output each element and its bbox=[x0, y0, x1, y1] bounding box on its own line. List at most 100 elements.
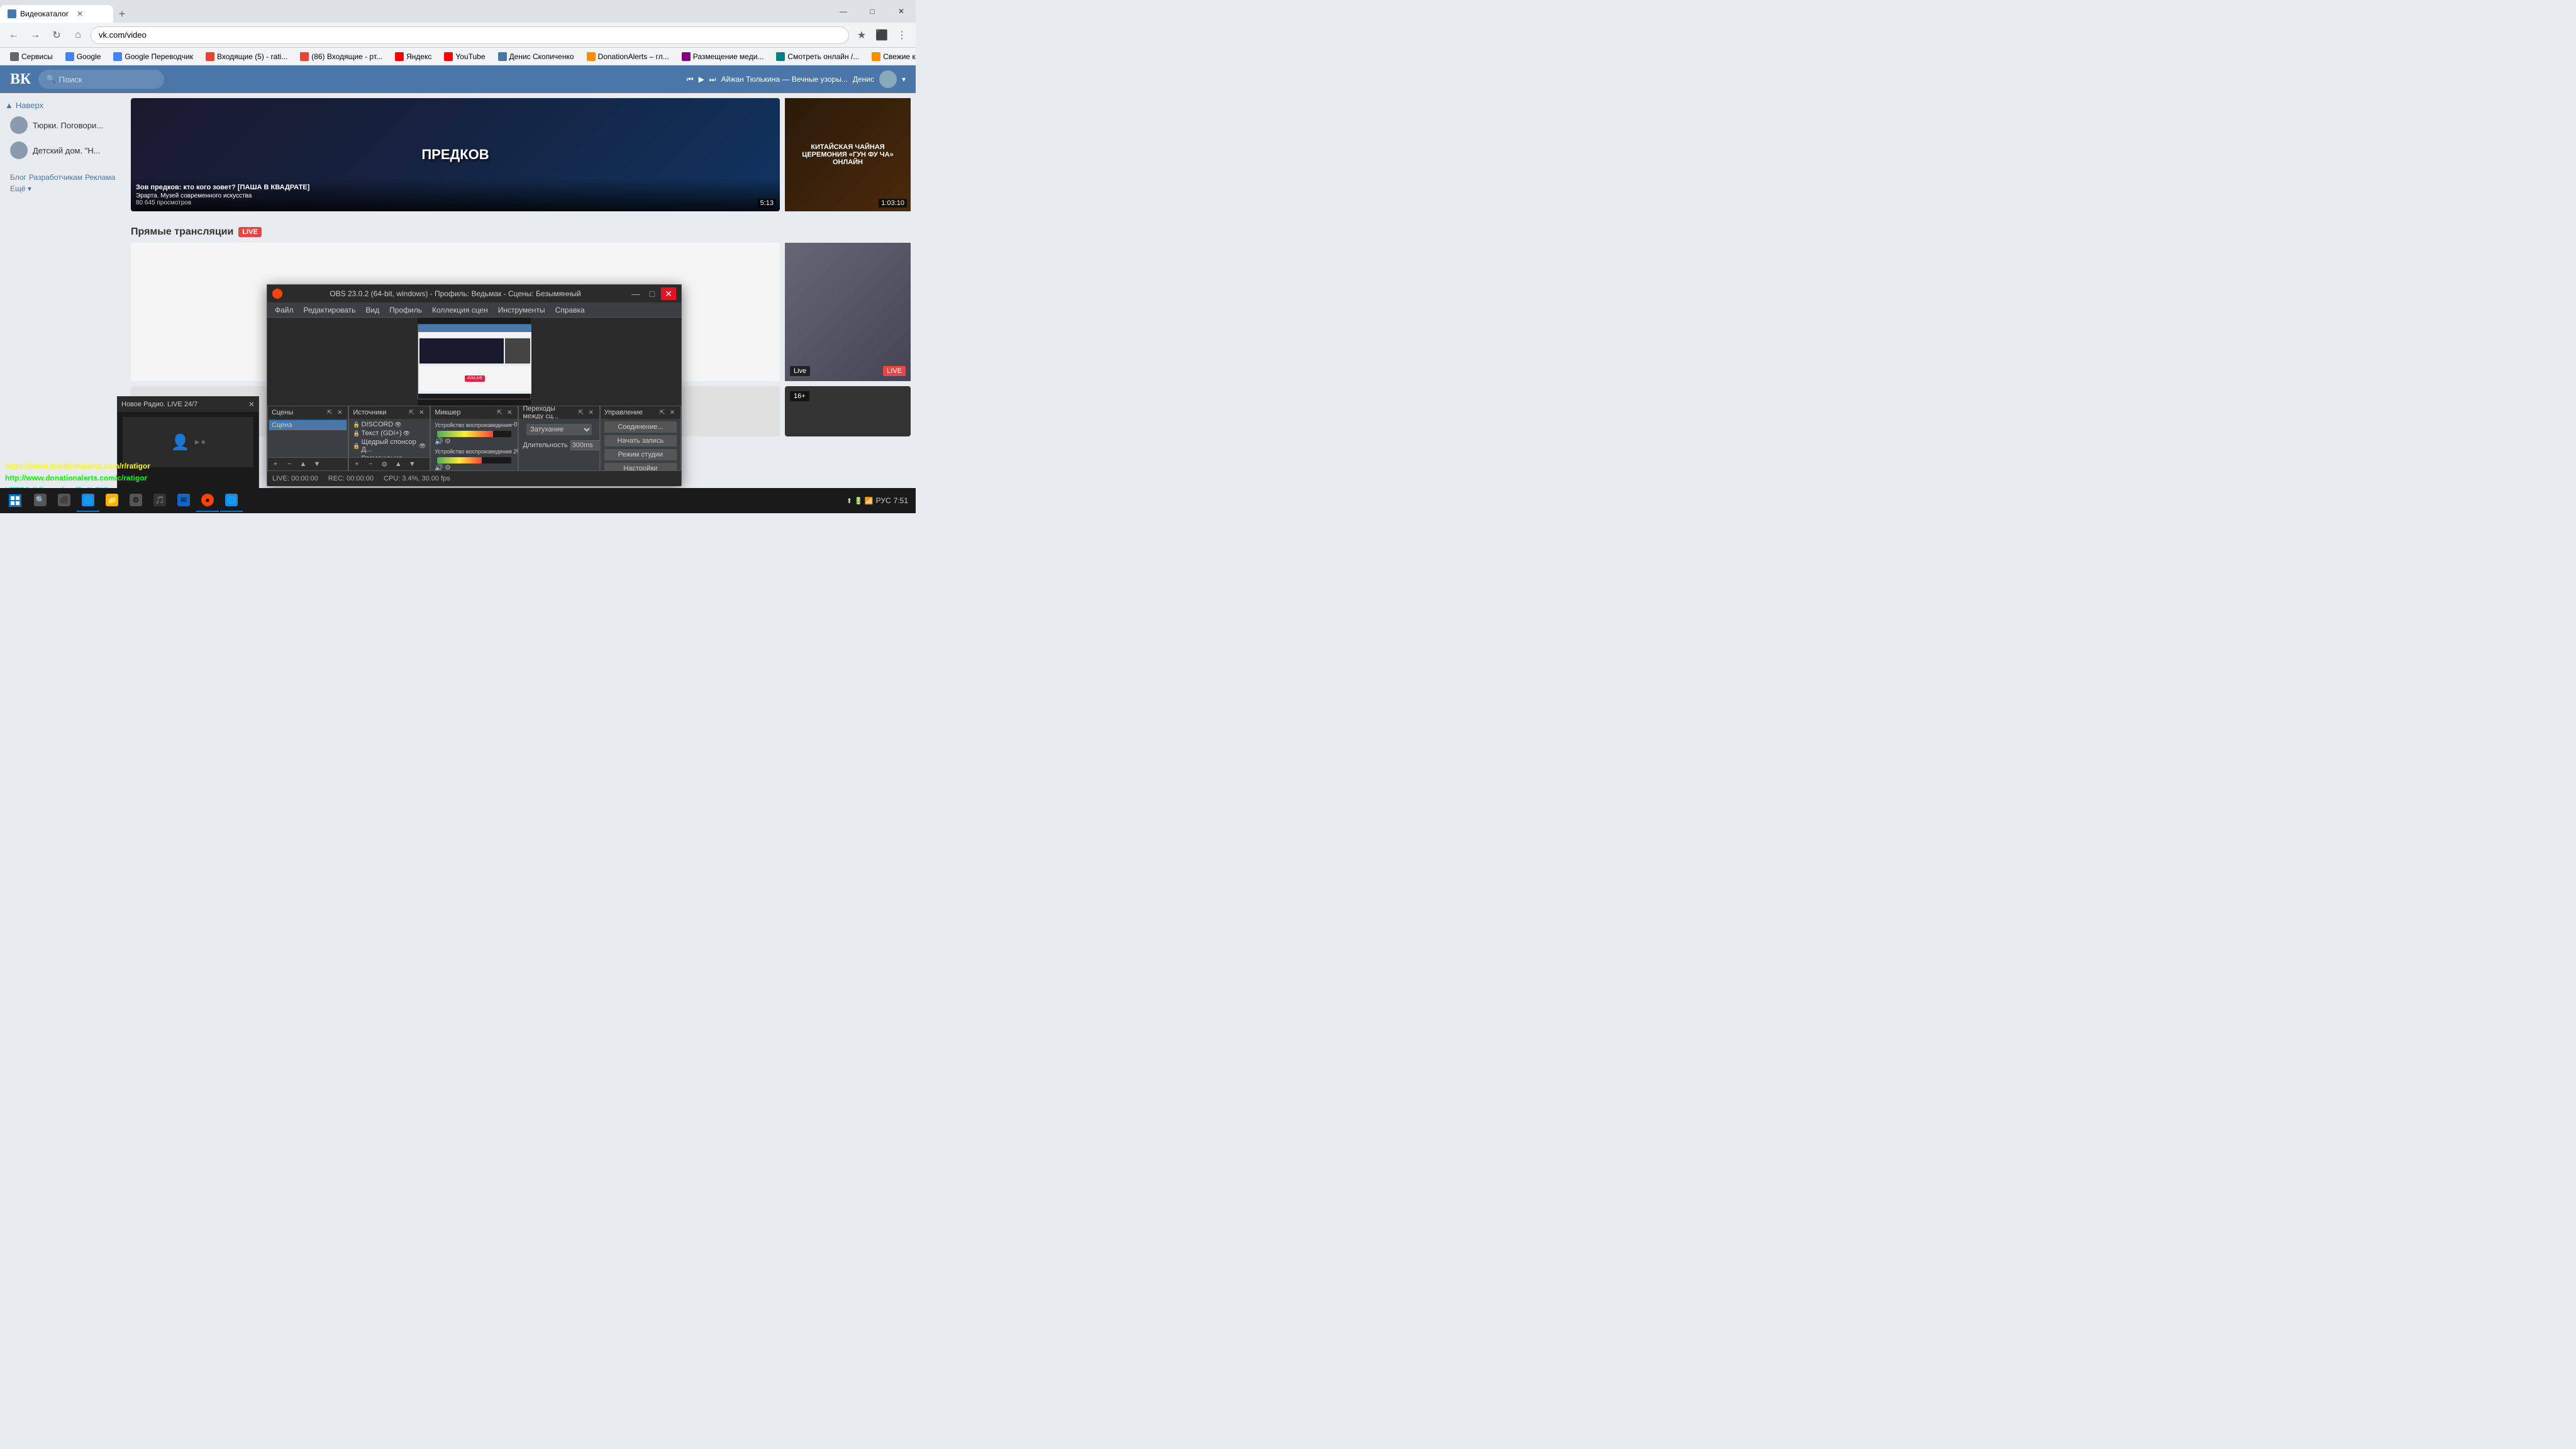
settings-icon[interactable]: ⋮ bbox=[893, 26, 911, 44]
close-button[interactable]: ✕ bbox=[887, 0, 916, 23]
extensions-icon[interactable]: ⬛ bbox=[873, 26, 891, 44]
taskbar-obs[interactable]: ● bbox=[196, 489, 219, 512]
obs-source-down-icon[interactable]: ▼ bbox=[406, 459, 418, 469]
main-video-thumb[interactable]: ПРЕДКОВ Зов предков: кто кого зовет? [ПА… bbox=[131, 98, 780, 211]
obs-menu-tools[interactable]: Инструменты bbox=[493, 303, 550, 318]
tab-close-button[interactable]: ✕ bbox=[75, 9, 85, 19]
obs-source-up-icon[interactable]: ▲ bbox=[392, 459, 404, 469]
obs-start-record-button[interactable]: Начать запись bbox=[604, 435, 677, 447]
player-next-icon[interactable]: ⏭ bbox=[709, 75, 716, 84]
obs-mixer-close-icon[interactable]: ✕ bbox=[505, 408, 514, 417]
obs-source-discord[interactable]: 🔒 DISCORD 👁 bbox=[350, 420, 428, 429]
obs-transitions-expand-icon[interactable]: ⇱ bbox=[577, 408, 586, 417]
taskbar-player[interactable]: 🎵 bbox=[148, 489, 171, 512]
bookmark-services[interactable]: Сервисы bbox=[5, 51, 58, 62]
obs-sources-expand-icon[interactable]: ⇱ bbox=[407, 408, 416, 417]
obs-transition-select[interactable]: Затухание bbox=[526, 424, 592, 435]
taskbar-explorer[interactable]: 📁 bbox=[101, 489, 123, 512]
obs-scene-down-icon[interactable]: ▼ bbox=[311, 459, 323, 469]
taskbar-search[interactable]: 🔍 bbox=[29, 489, 52, 512]
obs-source-remove-icon[interactable]: − bbox=[364, 459, 377, 469]
vk-search-input[interactable] bbox=[59, 75, 157, 84]
obs-menu-help[interactable]: Справка bbox=[550, 303, 590, 318]
bookmark-google[interactable]: Google bbox=[60, 51, 106, 62]
bookmark-yandex[interactable]: Яндекс bbox=[390, 51, 436, 62]
obs-scenes-close-icon[interactable]: ✕ bbox=[335, 408, 344, 417]
obs-source-add-icon[interactable]: + bbox=[350, 459, 363, 469]
active-tab[interactable]: Видеокаталог ✕ bbox=[0, 5, 113, 23]
obs-source-eye-icon[interactable]: 👁 bbox=[394, 421, 401, 428]
taskbar-email[interactable]: ✉ bbox=[172, 489, 195, 512]
sidebar-link-blog[interactable]: Блог bbox=[10, 173, 26, 182]
taskbar-chrome-2[interactable]: 🌐 bbox=[220, 489, 243, 512]
reload-button[interactable]: ↻ bbox=[48, 26, 65, 44]
obs-source-text-eye[interactable]: 👁 bbox=[403, 430, 410, 437]
bookmark-translate[interactable]: Google Переводчик bbox=[108, 51, 198, 62]
obs-scene-remove-icon[interactable]: − bbox=[283, 459, 296, 469]
taskbar-browser[interactable]: 🌐 bbox=[77, 489, 99, 512]
obs-menu-view[interactable]: Вид bbox=[360, 303, 384, 318]
obs-scenes-expand-icon[interactable]: ⇱ bbox=[325, 408, 334, 417]
sidebar-link-more[interactable]: Ещё ▾ bbox=[10, 184, 31, 193]
sidebar-back-button[interactable]: ▲ Наверх bbox=[5, 98, 121, 113]
obs-transitions-close-icon[interactable]: ✕ bbox=[587, 408, 596, 417]
obs-scene-item-1[interactable]: Сцена bbox=[269, 420, 347, 430]
obs-close-button[interactable]: ✕ bbox=[661, 287, 676, 300]
obs-mixer-expand-icon[interactable]: ⇱ bbox=[495, 408, 504, 417]
minimize-button[interactable]: — bbox=[829, 0, 858, 23]
address-input[interactable] bbox=[91, 26, 849, 44]
bookmark-gmail2[interactable]: (86) Входящие - рт... bbox=[295, 51, 387, 62]
obs-connect-button[interactable]: Соединение... bbox=[604, 421, 677, 433]
sidebar-link-dev[interactable]: Разработчикам bbox=[29, 173, 82, 182]
obs-mute-speaker-2[interactable]: 🔊 bbox=[435, 464, 443, 470]
obs-mixer-settings-1[interactable]: ⚙ bbox=[445, 437, 451, 445]
taskbar-settings[interactable]: ⚙ bbox=[125, 489, 147, 512]
obs-controls-expand-icon[interactable]: ⇱ bbox=[658, 408, 667, 417]
obs-mute-speaker-1[interactable]: 🔊 bbox=[435, 437, 443, 445]
side-video-thumb[interactable]: КИТАЙСКАЯ ЧАЙНАЯ ЦЕРЕМОНИЯ «ГУН ФУ ЧА» О… bbox=[785, 98, 911, 211]
taskbar-task-view[interactable]: ⬛ bbox=[53, 489, 75, 512]
sidebar-link-ads[interactable]: Реклама bbox=[85, 173, 115, 182]
sidebar-item-1[interactable]: Тюрки. Поговори... bbox=[5, 113, 121, 138]
back-button[interactable]: ← bbox=[5, 26, 23, 44]
vk-user-avatar[interactable] bbox=[879, 70, 897, 88]
obs-scene-up-icon[interactable]: ▲ bbox=[297, 459, 309, 469]
home-button[interactable]: ⌂ bbox=[69, 26, 87, 44]
obs-source-settings-icon[interactable]: ⚙ bbox=[378, 459, 391, 469]
bookmark-gmail1[interactable]: Входящие (5) - rati... bbox=[201, 51, 292, 62]
player-prev-icon[interactable]: ⏮ bbox=[687, 75, 694, 84]
bookmark-keys[interactable]: Свежие ключи для... bbox=[867, 51, 916, 62]
bookmark-youtube[interactable]: YouTube bbox=[439, 51, 490, 62]
maximize-button[interactable]: □ bbox=[858, 0, 887, 23]
obs-mixer-settings-2[interactable]: ⚙ bbox=[445, 464, 451, 470]
sidebar-item-2[interactable]: Детский дом. "Н... bbox=[5, 138, 121, 163]
bookmark-media[interactable]: Размещение меди... bbox=[677, 51, 769, 62]
vk-search-box[interactable]: 🔍 bbox=[38, 70, 164, 89]
obs-menu-file[interactable]: Файл bbox=[270, 303, 299, 318]
start-button[interactable] bbox=[3, 489, 28, 512]
obs-settings-button[interactable]: Настройки bbox=[604, 463, 677, 470]
second-side-thumb[interactable]: 16+ bbox=[785, 386, 911, 436]
radio-close-button[interactable]: ✕ bbox=[248, 400, 255, 409]
new-tab-button[interactable]: + bbox=[113, 5, 131, 23]
obs-source-sponsor-eye[interactable]: 👁 bbox=[419, 443, 426, 450]
obs-minimize-button[interactable]: — bbox=[628, 287, 643, 300]
bookmark-donation-alerts[interactable]: DonationAlerts – гл... bbox=[582, 51, 674, 62]
bookmark-vk-denis[interactable]: Денис Скопиченко bbox=[493, 51, 579, 62]
obs-menu-scenes[interactable]: Коллекция сцен bbox=[427, 303, 493, 318]
bookmark-watch[interactable]: Смотреть онлайн /... bbox=[771, 51, 864, 62]
live-side-card[interactable]: Live LIVE bbox=[785, 243, 911, 381]
bookmark-star-icon[interactable]: ★ bbox=[853, 26, 870, 44]
obs-sources-close-icon[interactable]: ✕ bbox=[417, 408, 426, 417]
obs-source-sponsor[interactable]: 🔒 Щедрый спонсор Д... 👁 bbox=[350, 438, 428, 454]
obs-menu-profile[interactable]: Профиль bbox=[384, 303, 427, 318]
obs-duration-input[interactable] bbox=[570, 440, 599, 450]
obs-studio-mode-button[interactable]: Режим студии bbox=[604, 449, 677, 460]
obs-menu-edit[interactable]: Редактировать bbox=[299, 303, 361, 318]
forward-button[interactable]: → bbox=[26, 26, 44, 44]
player-play-icon[interactable]: ▶ bbox=[699, 75, 704, 84]
vk-user-dropdown-icon[interactable]: ▾ bbox=[902, 75, 906, 84]
obs-source-text[interactable]: 🔒 Текст (GDI+) 👁 bbox=[350, 429, 428, 438]
obs-controls-close-icon[interactable]: ✕ bbox=[668, 408, 677, 417]
obs-scene-add-icon[interactable]: + bbox=[269, 459, 282, 469]
